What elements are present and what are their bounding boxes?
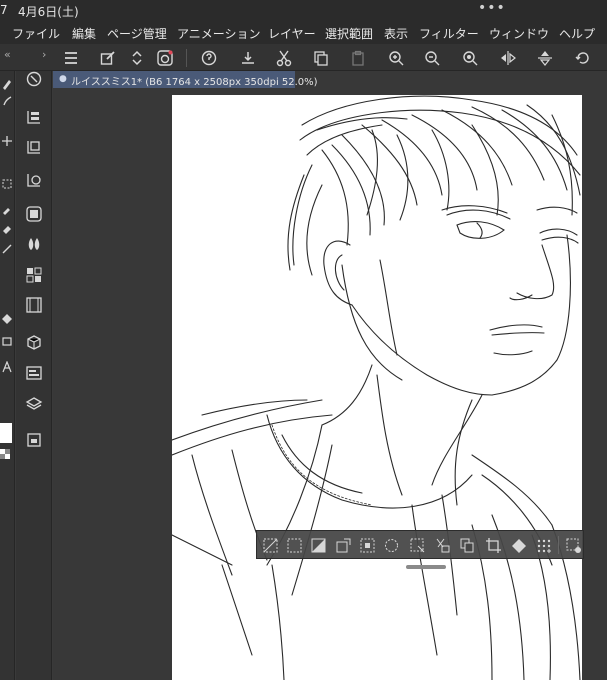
quick-access-icon[interactable] xyxy=(198,47,220,69)
expand-selection-icon[interactable] xyxy=(333,535,353,555)
invert-selection-icon[interactable] xyxy=(284,535,304,555)
menu-layer[interactable]: レイヤー xyxy=(268,25,316,42)
menu-page[interactable]: ページ管理 xyxy=(107,25,167,42)
sketch-drawing xyxy=(172,95,581,680)
canvas-paper[interactable] xyxy=(172,95,582,680)
paste-icon[interactable] xyxy=(347,47,369,69)
cut-icon[interactable] xyxy=(273,47,295,69)
selection-settings-icon[interactable] xyxy=(563,535,583,555)
palette-bar xyxy=(16,71,52,680)
menu-help[interactable]: ヘルプ xyxy=(559,25,595,42)
fit-view-icon[interactable] xyxy=(459,47,481,69)
eraser-tool-icon[interactable] xyxy=(0,221,14,237)
layer-search-icon[interactable] xyxy=(23,169,45,191)
crop-icon[interactable] xyxy=(483,535,503,555)
menu-filter[interactable]: フィルター xyxy=(419,25,479,42)
tab-close-icon[interactable]: ● xyxy=(59,74,67,84)
layers-icon[interactable] xyxy=(23,393,45,415)
color-wheel-icon[interactable] xyxy=(23,203,45,225)
eyedropper-tool-icon[interactable] xyxy=(0,201,14,217)
fill-icon[interactable] xyxy=(508,535,528,555)
collapse-left-icon[interactable]: « xyxy=(4,48,11,61)
edit-icon[interactable] xyxy=(97,47,119,69)
navigator-icon[interactable] xyxy=(23,362,45,384)
status-date: 4月6日(土) xyxy=(18,5,79,19)
select-layer-icon[interactable] xyxy=(407,535,427,555)
flip-vertical-icon[interactable] xyxy=(534,47,556,69)
app-window: 7 4月6日(土) ••• ファイル 編集 ページ管理 アニメーション レイヤー… xyxy=(0,0,607,680)
deselect-icon[interactable] xyxy=(260,535,280,555)
selection-tool-icon[interactable] xyxy=(0,176,14,192)
transparent-color-swatch[interactable] xyxy=(0,449,10,459)
expand-right-icon[interactable]: › xyxy=(42,48,46,61)
selection-launcher xyxy=(256,530,584,559)
layer-property-icon[interactable] xyxy=(23,136,45,158)
menu-view[interactable]: 表示 xyxy=(384,25,408,42)
multitask-handle[interactable]: ••• xyxy=(478,0,506,16)
rotate-icon[interactable] xyxy=(572,47,594,69)
status-bar: 7 4月6日(土) ••• xyxy=(0,0,607,22)
selection-bar-separator xyxy=(558,536,559,554)
companion-icon[interactable] xyxy=(154,47,176,69)
menu-animation[interactable]: アニメーション xyxy=(177,25,261,42)
menu-icon[interactable] xyxy=(60,47,82,69)
intermediate-color-icon[interactable] xyxy=(23,264,45,286)
decoration-tool-icon[interactable] xyxy=(0,241,14,257)
copy-paste-icon[interactable] xyxy=(457,535,477,555)
brush-tool-icon[interactable] xyxy=(0,93,14,109)
cut-paste-icon[interactable] xyxy=(432,535,452,555)
tool-palette-edge xyxy=(0,71,15,680)
main-color-swatch[interactable] xyxy=(0,423,12,443)
menu-file[interactable]: ファイル xyxy=(12,25,60,42)
reselect-icon[interactable] xyxy=(381,535,401,555)
copy-icon[interactable] xyxy=(310,47,332,69)
shrink-selection-icon[interactable] xyxy=(357,535,377,555)
pen-tool-icon[interactable] xyxy=(0,76,14,92)
document-title: ルイススミス1* (B6 1764 x 2508px 350dpi 52.0%) xyxy=(71,77,318,88)
gradient-tool-icon[interactable] xyxy=(0,333,14,349)
selection-launcher-handle[interactable] xyxy=(406,565,446,569)
flip-horizontal-icon[interactable] xyxy=(497,47,519,69)
toolbar-separator xyxy=(186,49,187,67)
animation-timeline-icon[interactable] xyxy=(23,294,45,316)
text-tool-icon[interactable] xyxy=(0,359,14,375)
3d-object-icon[interactable] xyxy=(23,332,45,354)
history-icon[interactable] xyxy=(23,429,45,451)
status-time: 7 xyxy=(0,3,8,17)
move-tool-icon[interactable] xyxy=(0,133,14,149)
menu-edit[interactable]: 編集 xyxy=(72,25,96,42)
scroll-icon[interactable] xyxy=(126,47,148,69)
menu-bar: ファイル 編集 ページ管理 アニメーション レイヤー 選択範囲 表示 フィルター… xyxy=(0,22,607,44)
transfer-icon[interactable] xyxy=(237,47,259,69)
fill-selection-icon[interactable] xyxy=(308,535,328,555)
document-tab[interactable]: ● ルイススミス1* (B6 1764 x 2508px 350dpi 52.0… xyxy=(53,71,318,88)
zoom-in-icon[interactable] xyxy=(385,47,407,69)
zoom-tool-icon[interactable] xyxy=(23,68,45,90)
tone-icon[interactable] xyxy=(533,535,553,555)
fill-tool-icon[interactable] xyxy=(0,311,14,327)
zoom-out-icon[interactable] xyxy=(421,47,443,69)
color-set-icon[interactable] xyxy=(23,233,45,255)
menu-selection[interactable]: 選択範囲 xyxy=(325,25,373,42)
layer-move-icon[interactable] xyxy=(23,106,45,128)
command-bar: « › xyxy=(0,44,607,71)
menu-window[interactable]: ウィンドウ xyxy=(489,25,549,42)
